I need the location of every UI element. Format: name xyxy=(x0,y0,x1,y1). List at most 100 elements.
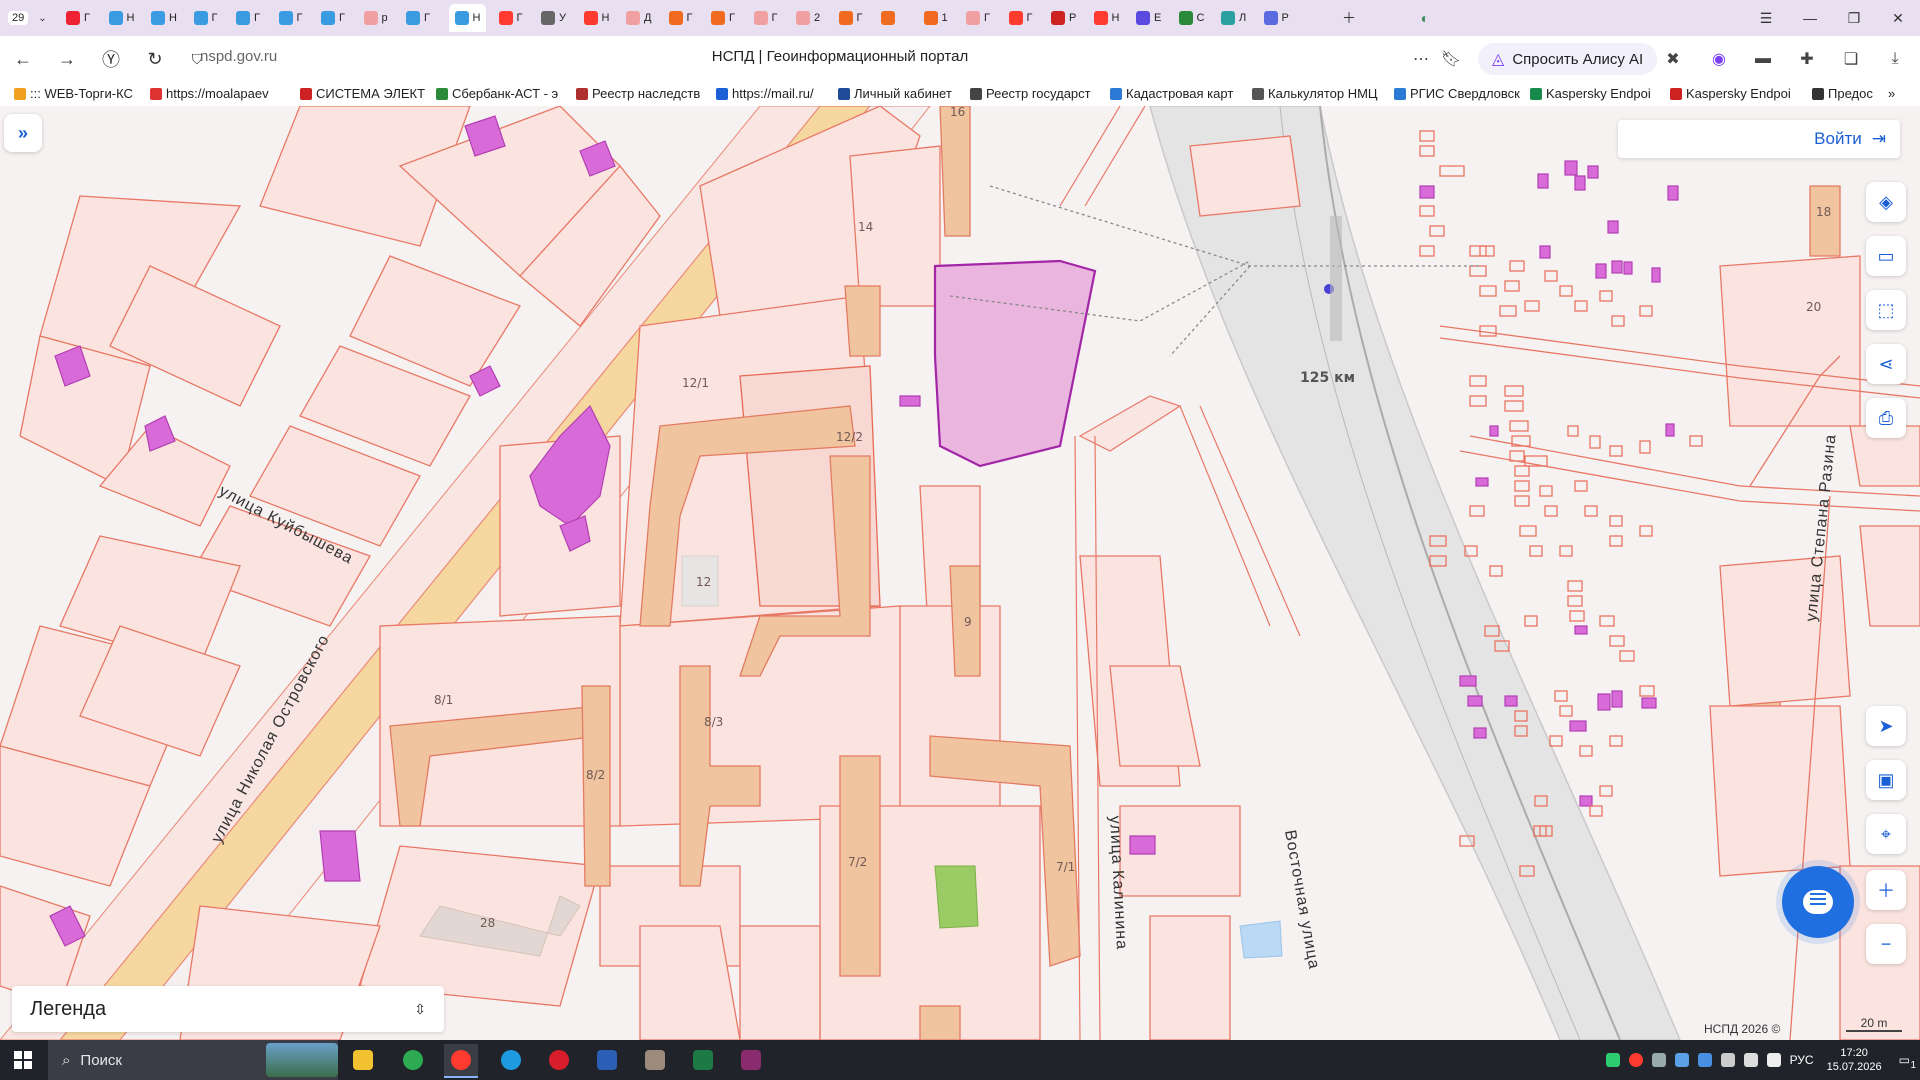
browser-tab[interactable]: Р xyxy=(1263,6,1289,30)
extension-3-icon[interactable]: ▬ xyxy=(1750,46,1776,72)
restore-button[interactable]: ❐ xyxy=(1832,0,1876,36)
search-location-button[interactable]: ⌖ xyxy=(1866,814,1906,854)
browser-tab[interactable]: Г xyxy=(838,6,862,30)
yandex-tray-icon[interactable] xyxy=(1628,1053,1643,1067)
usb-icon[interactable] xyxy=(1720,1053,1735,1067)
url-field[interactable]: nspd.gov.ru xyxy=(200,48,277,65)
chat-button[interactable] xyxy=(1782,866,1854,938)
close-button[interactable]: ✕ xyxy=(1876,0,1920,36)
edge-app[interactable] xyxy=(494,1044,528,1076)
browser-tab[interactable]: Г xyxy=(711,6,735,30)
taskbar-search[interactable]: ⌕ Поиск xyxy=(48,1040,338,1080)
minimize-button[interactable]: — xyxy=(1788,0,1832,36)
browser-tab[interactable]: Н xyxy=(448,4,487,32)
browser-tab[interactable]: Г xyxy=(668,6,692,30)
bookmark-item[interactable]: Kaspersky Endpoi xyxy=(1670,86,1800,101)
ruler-button[interactable]: ▭ xyxy=(1866,236,1906,276)
browser-tab[interactable]: Г xyxy=(498,6,522,30)
kaspersky-icon[interactable] xyxy=(1605,1053,1620,1067)
bookmark-icon[interactable]: 🔖︎ xyxy=(1438,46,1464,72)
tab-counter[interactable]: 29 ⌄ xyxy=(8,6,47,30)
bookmark-item[interactable]: Предос xyxy=(1812,86,1878,101)
menu-icon[interactable]: ☰ xyxy=(1744,0,1788,36)
bookmark-item[interactable]: Калькулятор НМЦ xyxy=(1252,86,1382,101)
reload-button[interactable]: ↻ xyxy=(140,44,170,74)
browser-tab[interactable]: Н xyxy=(108,6,134,30)
bluetooth-icon[interactable] xyxy=(1697,1053,1712,1067)
forward-button[interactable]: → xyxy=(52,44,82,74)
bookmark-item[interactable]: Реестр наследств xyxy=(576,86,706,101)
browser-tab[interactable]: Г xyxy=(966,6,990,30)
excel-app[interactable] xyxy=(686,1044,720,1076)
bookmark-item[interactable]: https://moalapaev xyxy=(150,86,282,101)
locate-button[interactable]: ➤ xyxy=(1866,706,1906,746)
browser-tab[interactable]: Г xyxy=(66,6,90,30)
select-area-button[interactable]: ⬚ xyxy=(1866,290,1906,330)
browser-tab[interactable]: С xyxy=(1178,6,1204,30)
bookmark-item[interactable]: ::: WEB-Торги-КС xyxy=(14,86,142,101)
minimap-button[interactable]: ▣ xyxy=(1866,760,1906,800)
browser-tab[interactable] xyxy=(881,6,899,30)
browser-tab[interactable]: Р xyxy=(1051,6,1076,30)
language-indicator[interactable]: РУС xyxy=(1790,1053,1814,1067)
browser-tab[interactable]: Г xyxy=(278,6,302,30)
bookmark-item[interactable]: Кадастровая карт xyxy=(1110,86,1242,101)
cadastral-map[interactable]: 16 14 12/1 12/2 12 9 8/1 8/3 8/2 7/2 7/1… xyxy=(0,106,1920,1040)
bookmark-item[interactable]: Личный кабинет xyxy=(838,86,960,101)
browser-tab[interactable]: Г xyxy=(406,6,430,30)
login-button[interactable]: Войти ⇥ xyxy=(1618,120,1900,158)
browser-tab[interactable]: Л xyxy=(1221,6,1246,30)
browser-tab[interactable]: Н xyxy=(583,6,609,30)
yandex-home-icon[interactable]: Ⓨ xyxy=(96,44,126,74)
legend-panel[interactable]: Легенда ⇳ xyxy=(12,986,444,1032)
back-button[interactable]: ← xyxy=(8,44,38,74)
portrait-app[interactable] xyxy=(638,1044,672,1076)
profile-icon[interactable]: ◐ xyxy=(1410,0,1440,36)
volume-icon[interactable] xyxy=(1766,1053,1781,1067)
expand-panel-button[interactable]: » xyxy=(4,114,42,152)
extensions-puzzle-icon[interactable]: ✚ xyxy=(1794,46,1820,72)
bookmarks-more-icon[interactable]: » xyxy=(1888,86,1895,101)
chrome-app[interactable] xyxy=(396,1044,430,1076)
network-icon[interactable] xyxy=(1743,1053,1758,1067)
browser-tab[interactable]: р xyxy=(363,6,388,30)
bookmark-item[interactable]: Kaspersky Endpoi xyxy=(1530,86,1658,101)
browser-tab[interactable]: Г xyxy=(193,6,217,30)
layers-button[interactable]: ◈ xyxy=(1866,182,1906,222)
zoom-in-button[interactable]: ＋ xyxy=(1866,870,1906,910)
bookmark-item[interactable]: Сбербанк-АСТ - э xyxy=(436,86,564,101)
extension-icon[interactable]: ✖ xyxy=(1660,46,1686,72)
ask-alice-button[interactable]: ◬ Спросить Алису AI xyxy=(1478,43,1658,75)
browser-tab[interactable]: Г xyxy=(753,6,777,30)
bookmark-item[interactable]: РГИС Свердловск xyxy=(1394,86,1520,101)
browser-tab[interactable]: Г xyxy=(321,6,345,30)
tray-app-2-icon[interactable] xyxy=(1674,1053,1689,1067)
zoom-out-button[interactable]: − xyxy=(1866,924,1906,964)
bookmark-item[interactable]: Реестр государст xyxy=(970,86,1100,101)
browser-tab[interactable]: 1 xyxy=(923,6,948,30)
bookmark-item[interactable]: СИСТЕМА ЭЛЕКТ xyxy=(300,86,428,101)
file-explorer-app[interactable] xyxy=(346,1044,380,1076)
tray-app-icon[interactable] xyxy=(1651,1053,1666,1067)
browser-tab[interactable]: Г xyxy=(236,6,260,30)
archive-app[interactable] xyxy=(734,1044,768,1076)
more-icon[interactable]: ⋯ xyxy=(1408,46,1434,72)
browser-tab[interactable]: Е xyxy=(1136,6,1161,30)
yandex-browser-app[interactable] xyxy=(444,1044,478,1078)
clock[interactable]: 17:20 15.07.2026 xyxy=(1827,1046,1882,1074)
browser-tab[interactable]: 2 xyxy=(796,6,820,30)
browser-tab[interactable]: Д xyxy=(626,6,651,30)
browser-tab[interactable]: У xyxy=(541,6,566,30)
extension-2-icon[interactable]: ◉ xyxy=(1706,46,1732,72)
notifications-button[interactable]: ▭ 1 xyxy=(1899,1053,1916,1071)
share-button[interactable]: ⋖ xyxy=(1866,344,1906,384)
start-button[interactable] xyxy=(0,1040,46,1080)
browser-tab[interactable]: Г xyxy=(1008,6,1032,30)
downloads-icon[interactable]: ⤓ xyxy=(1882,46,1908,72)
print-button[interactable]: ⎙ xyxy=(1866,398,1906,438)
collections-icon[interactable]: ❏ xyxy=(1838,46,1864,72)
bookmark-item[interactable]: https://mail.ru/ xyxy=(716,86,828,101)
word-app[interactable] xyxy=(590,1044,624,1076)
browser-tab[interactable]: Н xyxy=(1093,6,1119,30)
browser-tab[interactable]: Н xyxy=(151,6,177,30)
